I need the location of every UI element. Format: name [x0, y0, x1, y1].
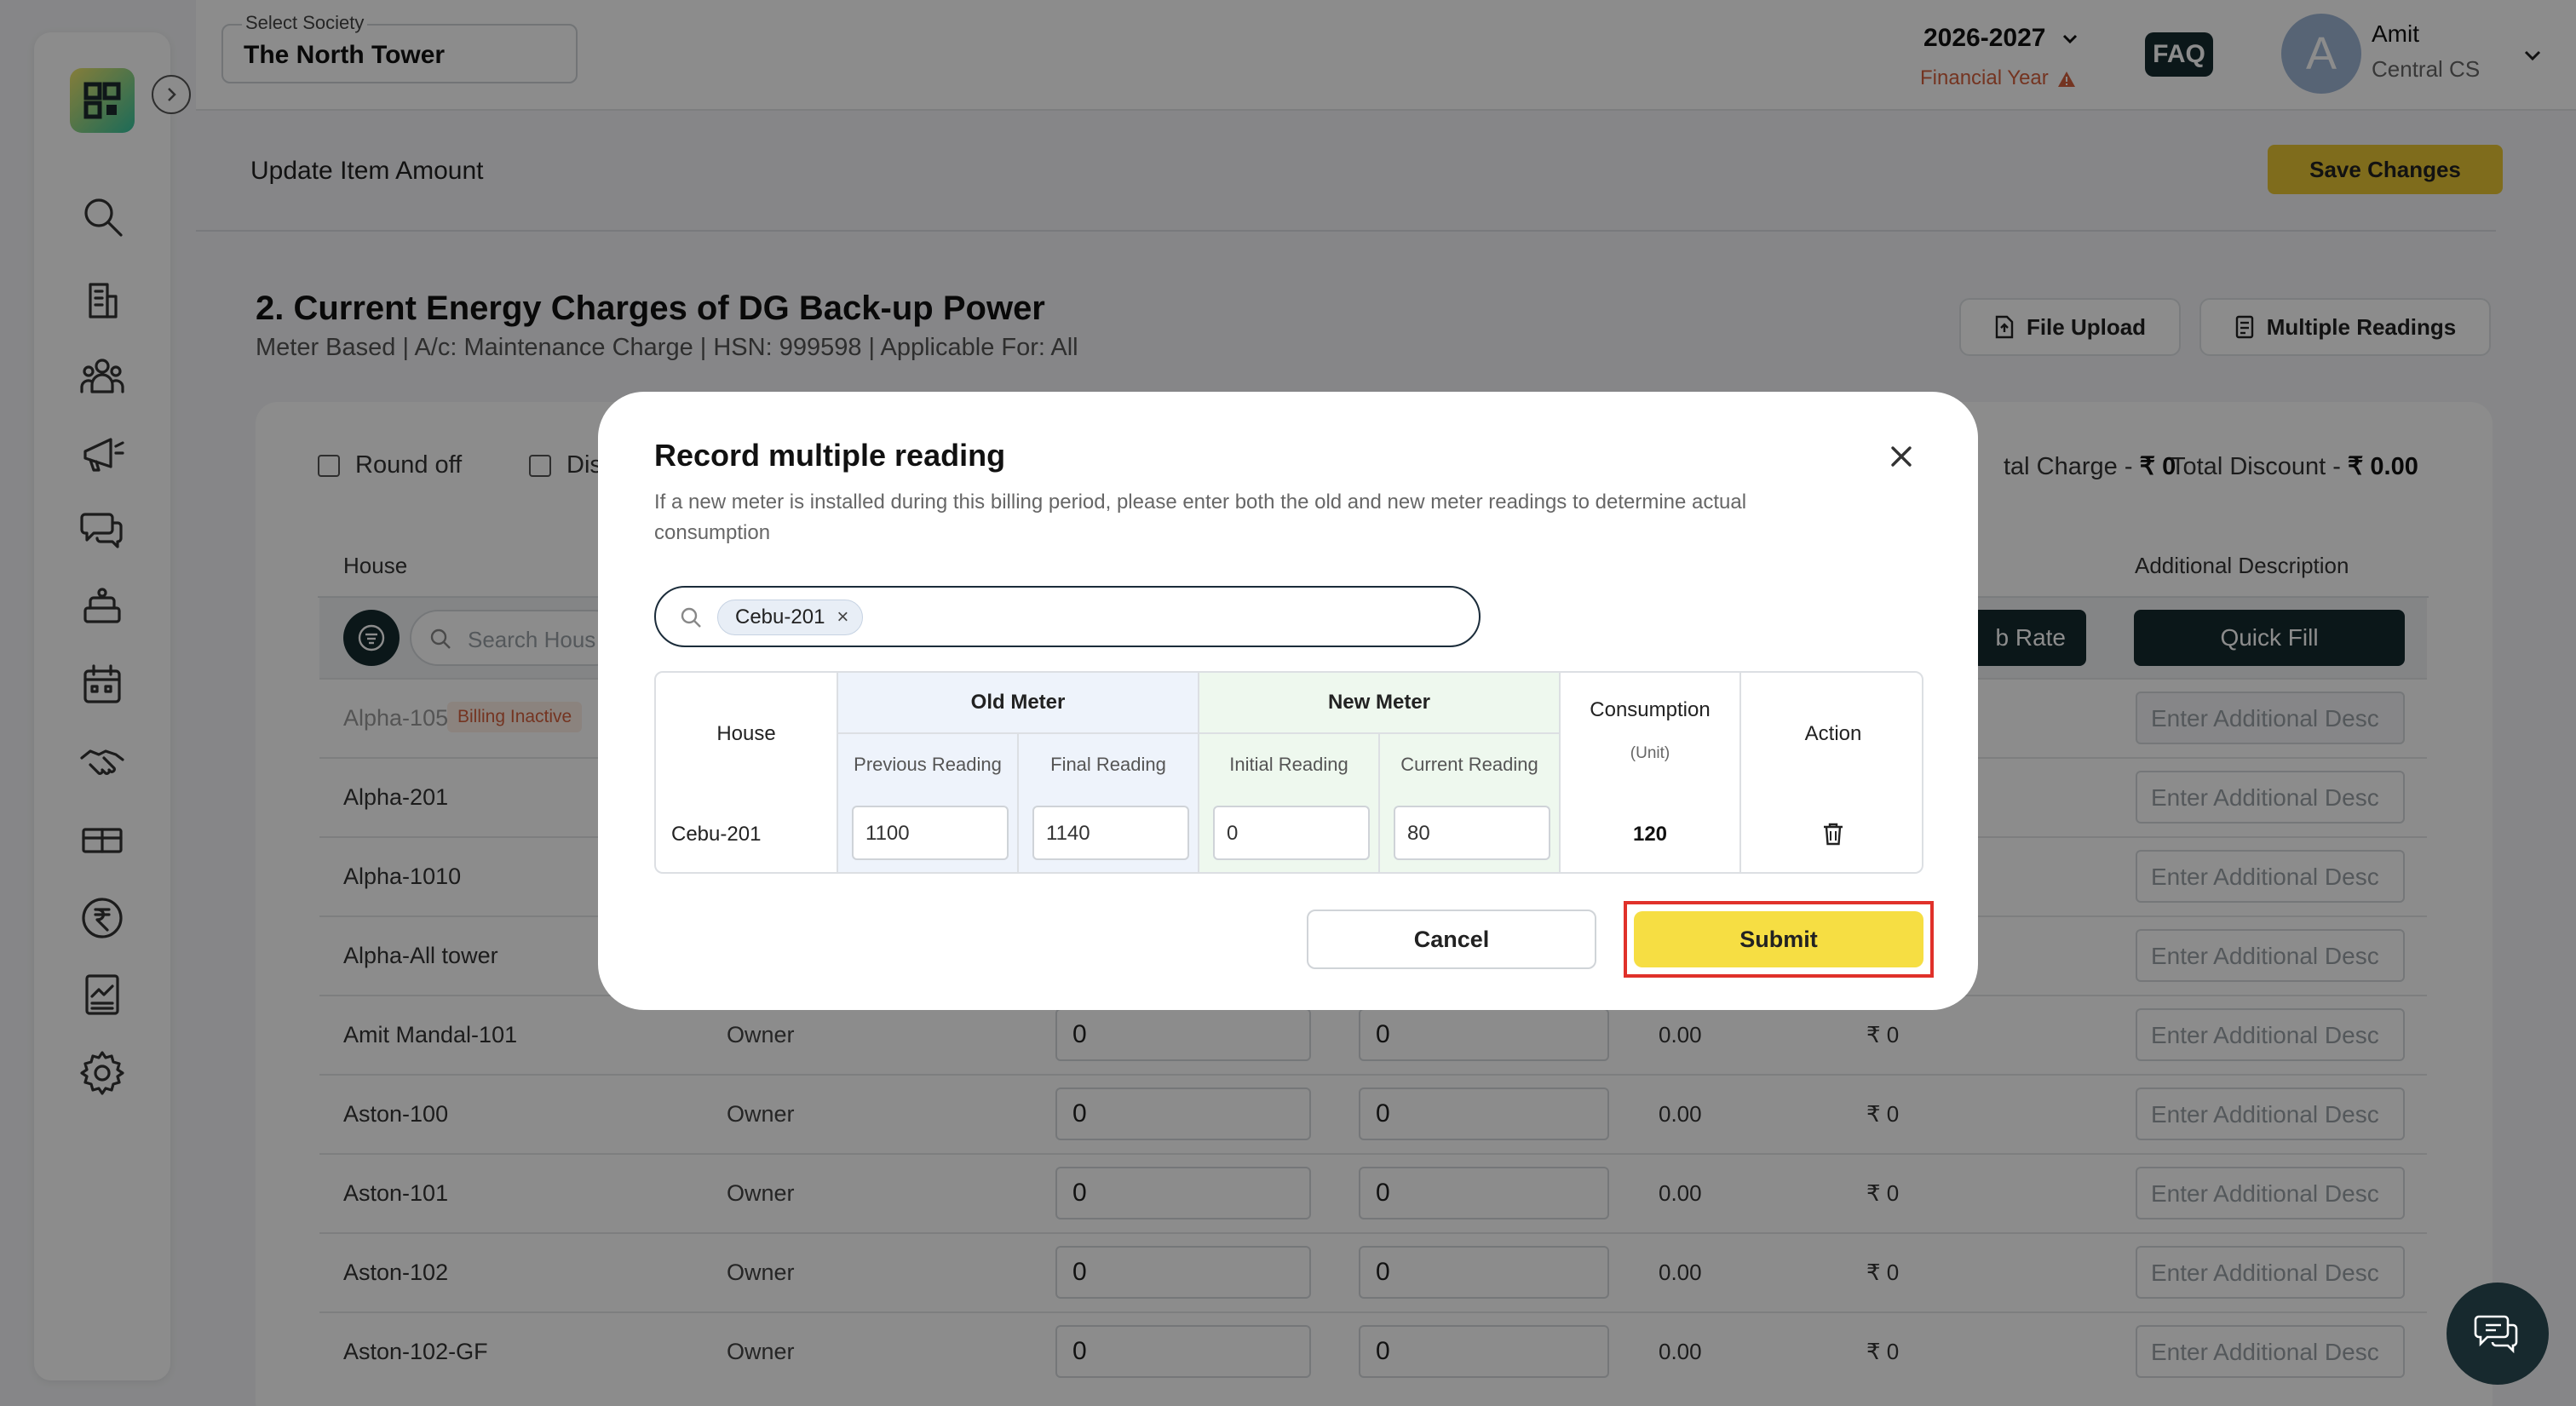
- chip-label: Cebu-201: [735, 605, 825, 628]
- house-select-input[interactable]: Cebu-201 ×: [654, 586, 1481, 647]
- support-chat-button[interactable]: [2447, 1283, 2549, 1385]
- column-header-previous-reading: Previous Reading: [854, 754, 1002, 775]
- close-icon[interactable]: [1884, 439, 1918, 473]
- previous-reading-input[interactable]: 1100: [852, 806, 1009, 860]
- initial-reading-input[interactable]: 0: [1213, 806, 1370, 860]
- selected-house-chip: Cebu-201 ×: [717, 600, 864, 635]
- column-header-initial-reading: Initial Reading: [1229, 754, 1348, 775]
- column-header-action: Action: [1804, 722, 1862, 745]
- modal-description: If a new meter is installed during this …: [654, 491, 1747, 544]
- reading-row-house: Cebu-201: [671, 823, 762, 846]
- chat-icon: [2474, 1315, 2518, 1354]
- reading-row: Cebu-201 1100 1140 0 80 120: [654, 795, 1923, 874]
- cancel-button[interactable]: Cancel: [1307, 910, 1596, 969]
- current-reading-input[interactable]: 80: [1394, 806, 1550, 860]
- final-reading-input[interactable]: 1140: [1032, 806, 1189, 860]
- column-header-unit: (Unit): [1630, 744, 1670, 762]
- record-multiple-reading-modal: Record multiple reading If a new meter i…: [598, 392, 1978, 1010]
- search-icon: [681, 607, 701, 628]
- column-header-current-reading: Current Reading: [1400, 754, 1538, 775]
- group-header-new-meter: New Meter: [1327, 691, 1431, 714]
- column-header-consumption: Consumption: [1590, 698, 1711, 721]
- modal-title: Record multiple reading: [654, 438, 1006, 473]
- consumption-value: 120: [1632, 823, 1668, 846]
- trash-icon[interactable]: [1821, 821, 1845, 846]
- column-header-final-reading: Final Reading: [1050, 754, 1166, 775]
- submit-button[interactable]: Submit: [1634, 911, 1923, 967]
- submit-highlight: Submit: [1624, 901, 1934, 978]
- chip-remove-icon[interactable]: ×: [837, 605, 848, 629]
- group-header-old-meter: Old Meter: [970, 691, 1066, 714]
- column-header-house: House: [716, 722, 776, 745]
